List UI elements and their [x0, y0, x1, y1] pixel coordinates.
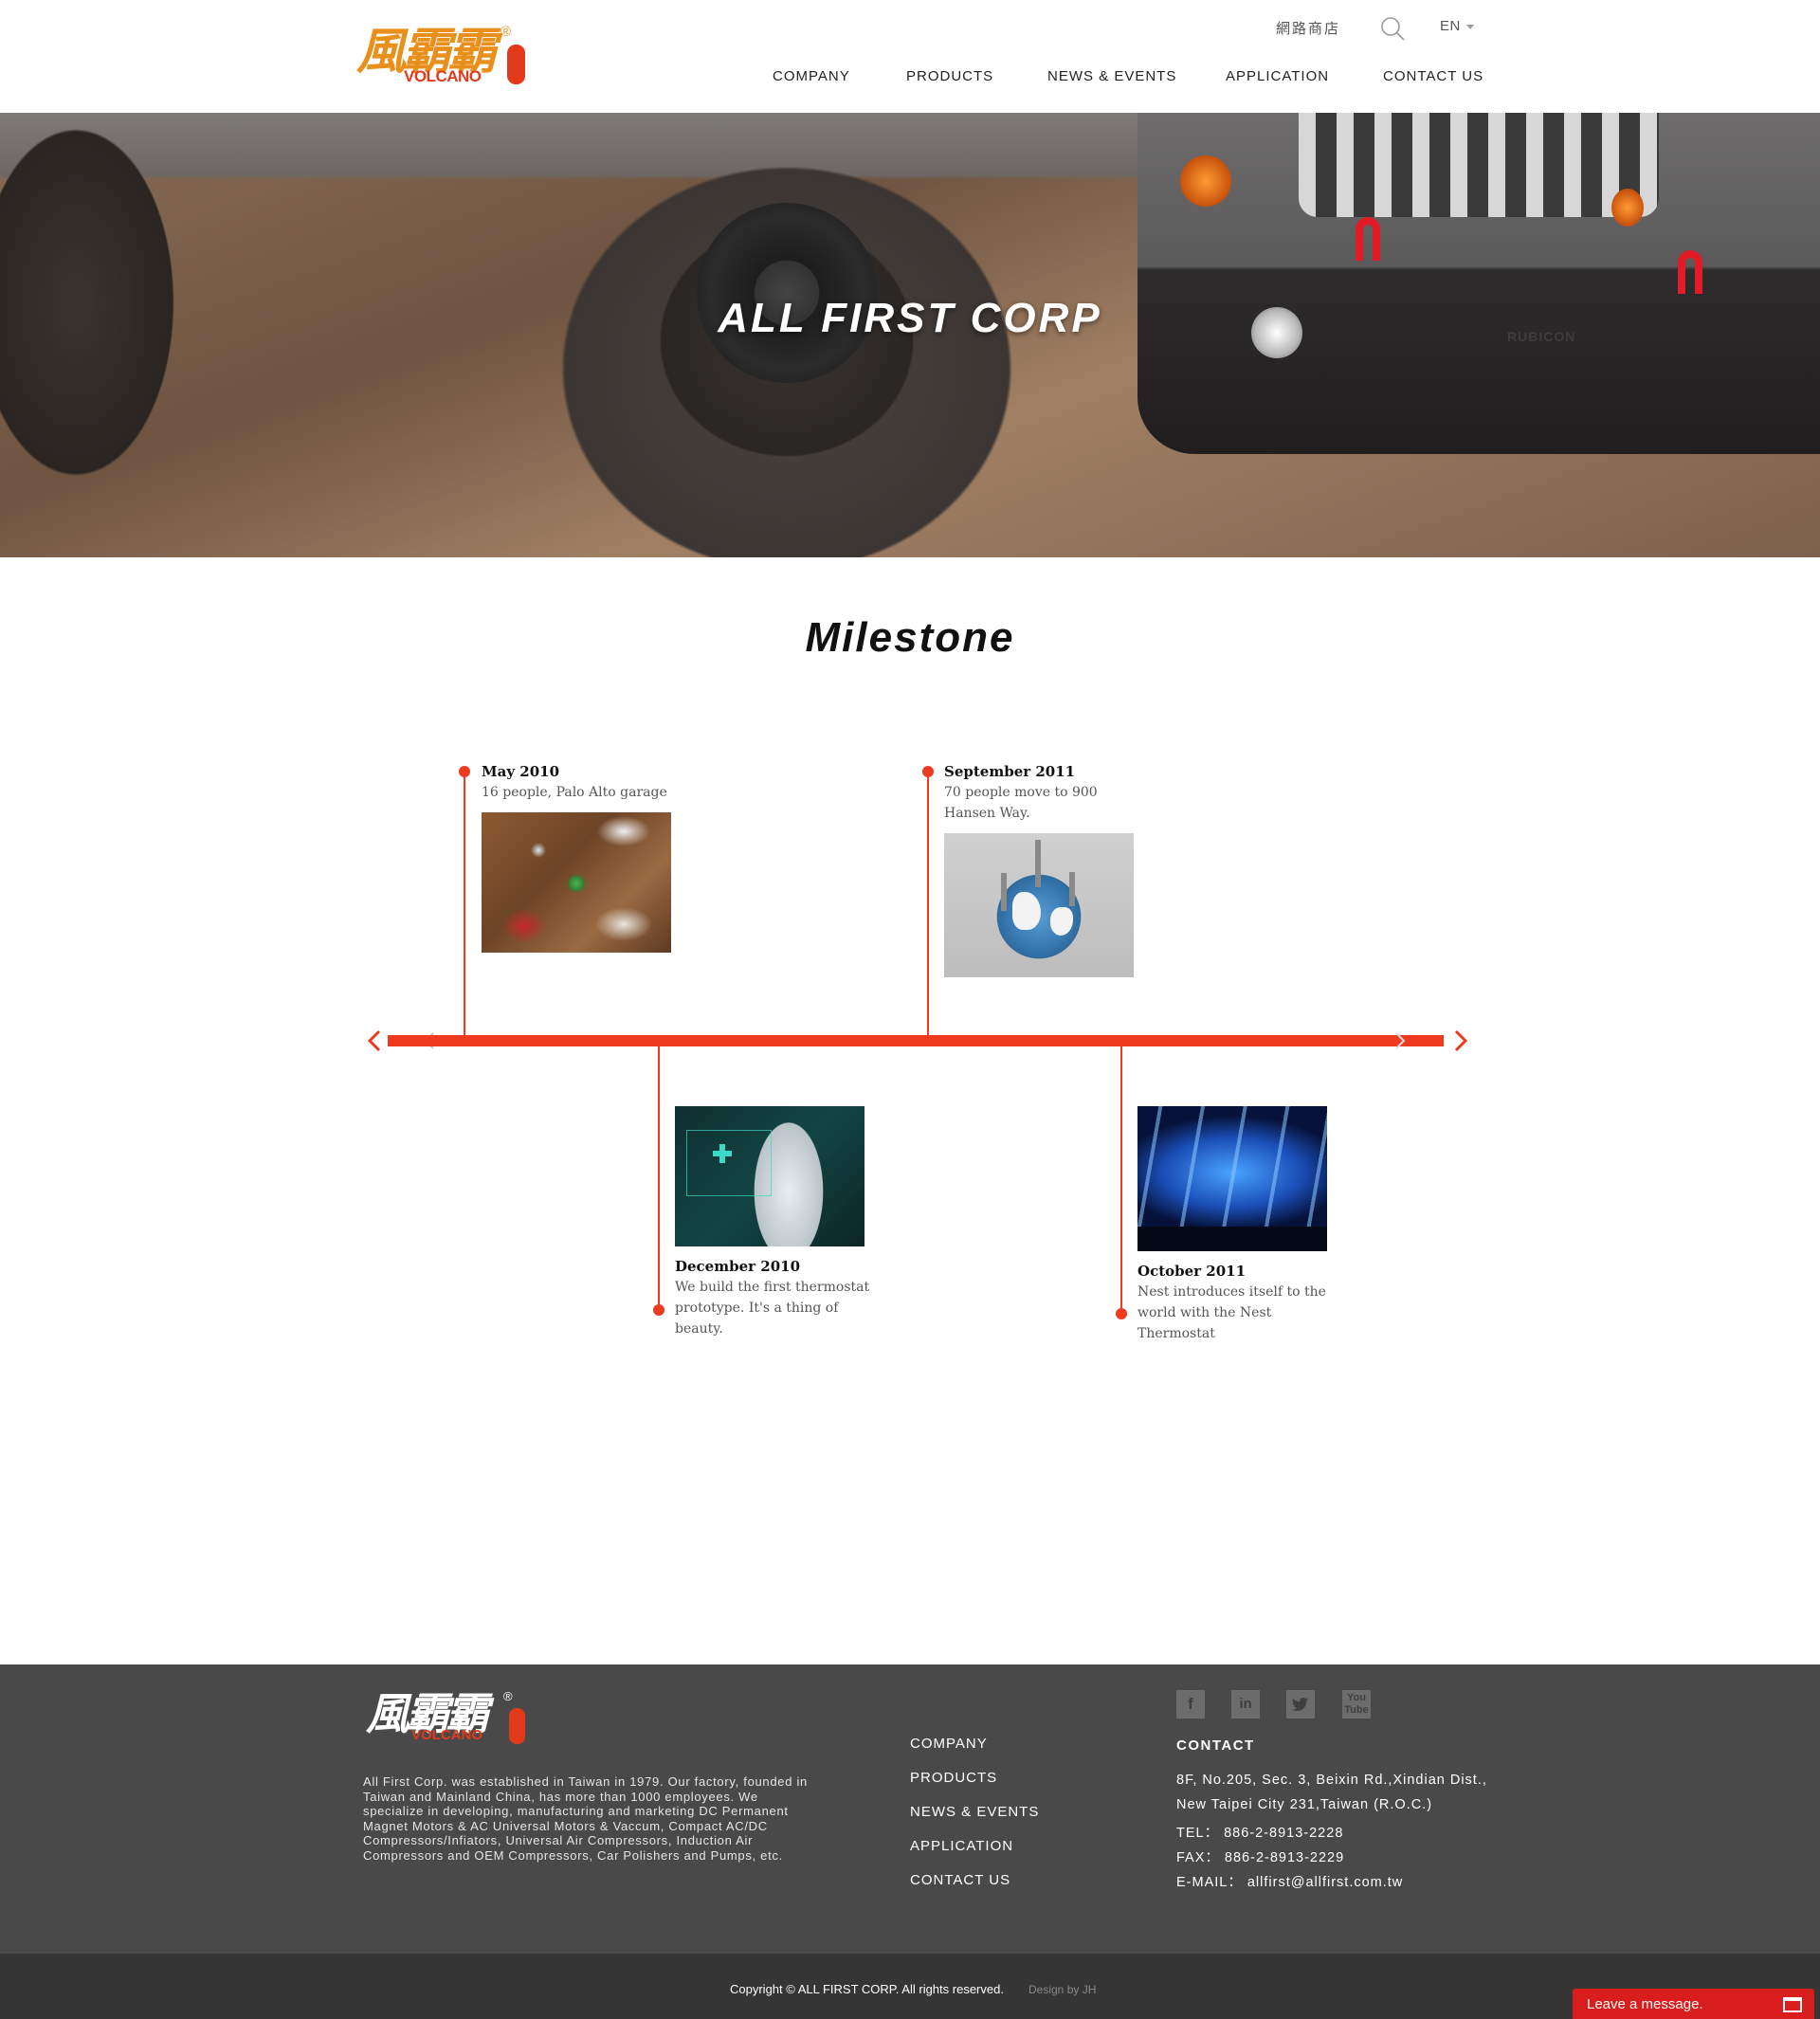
logo-seal-icon: [509, 1708, 525, 1744]
event-date: May 2010: [482, 763, 560, 780]
copyright-bar: Copyright © ALL FIRST CORP. All rights r…: [0, 1954, 1820, 2019]
timeline-stem: [464, 772, 465, 1035]
image-hud-overlay: [686, 1130, 772, 1196]
footer-email[interactable]: E-MAIL： allfirst@allfirst.com.tw: [1176, 1871, 1403, 1891]
timeline-stem: [927, 772, 929, 1035]
chevron-down-icon: [1465, 24, 1474, 29]
footer-address-line: 8F, No.205, Sec. 3, Beixin Rd.,Xindian D…: [1176, 1773, 1487, 1788]
event-image[interactable]: [675, 1106, 864, 1246]
footer-contact-title: CONTACT: [1176, 1737, 1255, 1754]
hero-wheel: [697, 203, 877, 383]
nav-contact-us[interactable]: CONTACT US: [1383, 68, 1483, 84]
timeline-stem: [658, 1046, 660, 1310]
logo-seal-icon: [507, 45, 525, 84]
footer-nav-company[interactable]: COMPANY: [910, 1736, 988, 1752]
timeline-next-arrow-icon[interactable]: [1450, 1028, 1471, 1053]
timeline-prev-arrow-icon[interactable]: [364, 1028, 385, 1053]
hero-turn-lamp: [1180, 155, 1231, 207]
medical-cross-icon: [713, 1144, 732, 1163]
hero-turn-lamp: [1611, 189, 1644, 227]
footer-nav-news-events[interactable]: NEWS & EVENTS: [910, 1804, 1039, 1820]
twitter-icon[interactable]: [1286, 1690, 1315, 1719]
site-logo[interactable]: 風霸霸 ® VOLCANO: [356, 24, 527, 90]
event-description: We build the first thermostat prototype.…: [675, 1280, 870, 1337]
logo-registered-mark: ®: [500, 24, 512, 40]
event-image[interactable]: [944, 833, 1134, 977]
event-image[interactable]: [482, 812, 671, 953]
event-date: October 2011: [1138, 1263, 1247, 1280]
hero-grille-slats: [1299, 113, 1659, 217]
footer-address-line: New Taipei City 231,Taiwan (R.O.C.): [1176, 1797, 1433, 1812]
online-shop-link[interactable]: 網路商店: [1276, 18, 1340, 38]
timeline-dot: [653, 1304, 664, 1316]
event-description: 16 people, Palo Alto garage: [482, 785, 667, 800]
milestone-title: Milestone: [805, 614, 1015, 661]
nav-products[interactable]: PRODUCTS: [906, 68, 993, 84]
footer-logo[interactable]: 風霸霸 ® VOLCANO: [366, 1689, 527, 1746]
leave-message-label: Leave a message.: [1587, 1996, 1703, 2012]
logo-english-text: VOLCANO: [404, 67, 482, 85]
footer-nav-application[interactable]: APPLICATION: [910, 1838, 1013, 1854]
hero-tow-hook: [1356, 217, 1380, 261]
leave-message-button[interactable]: Leave a message.: [1573, 1989, 1814, 2019]
hero-banner: RUBICON ALL FIRST CORP: [0, 113, 1820, 557]
footer-nav-products[interactable]: PRODUCTS: [910, 1770, 997, 1786]
footer-fax: FAX： 886-2-8913-2229: [1176, 1850, 1345, 1865]
event-date: September 2011: [944, 763, 1076, 780]
timeline-stem: [1120, 1046, 1122, 1314]
youtube-icon[interactable]: You Tube: [1342, 1690, 1371, 1719]
nav-company[interactable]: COMPANY: [773, 68, 850, 84]
timeline-axis: [388, 1035, 1444, 1046]
image-crowd-silhouette: [1138, 1227, 1327, 1251]
timeline-dot: [1116, 1308, 1127, 1319]
site-header: 風霸霸 ® VOLCANO 網路商店 EN COMPANY PRODUCTS N…: [0, 0, 1820, 113]
image-landmark: [1069, 872, 1075, 906]
footer-nav-contact-us[interactable]: CONTACT US: [910, 1872, 1010, 1888]
image-landmark: [1035, 840, 1041, 887]
design-credit[interactable]: Design by JH: [1028, 1983, 1096, 1996]
language-selector[interactable]: EN: [1440, 18, 1474, 34]
search-icon[interactable]: [1379, 15, 1406, 42]
event-description: 70 people move to 900 Hansen Way.: [944, 785, 1098, 821]
footer-about-text: All First Corp. was established in Taiwa…: [363, 1774, 808, 1863]
site-footer: 風霸霸 ® VOLCANO All First Corp. was establ…: [0, 1664, 1820, 1954]
language-label: EN: [1440, 18, 1461, 34]
image-landmark: [1001, 873, 1007, 911]
nav-news-events[interactable]: NEWS & EVENTS: [1047, 68, 1176, 84]
hero-tow-hook: [1678, 250, 1702, 294]
nav-application[interactable]: APPLICATION: [1226, 68, 1329, 84]
image-continent: [1050, 907, 1073, 936]
event-image[interactable]: [1138, 1106, 1327, 1251]
image-continent: [1012, 892, 1041, 930]
chevron-right-icon: [1395, 1032, 1406, 1049]
copyright-text: Copyright © ALL FIRST CORP. All rights r…: [730, 1982, 1004, 1996]
hero-title: ALL FIRST CORP: [718, 295, 1102, 341]
event-description: Nest introduces itself to the world with…: [1138, 1284, 1326, 1341]
logo-english-text: VOLCANO: [411, 1727, 482, 1743]
facebook-icon[interactable]: f: [1176, 1690, 1205, 1719]
linkedin-icon[interactable]: in: [1231, 1690, 1260, 1719]
logo-registered-mark: ®: [503, 1689, 513, 1703]
footer-tel: TEL： 886-2-8913-2228: [1176, 1826, 1344, 1841]
chat-window-icon: [1783, 1997, 1802, 2012]
event-date: December 2010: [675, 1258, 801, 1275]
